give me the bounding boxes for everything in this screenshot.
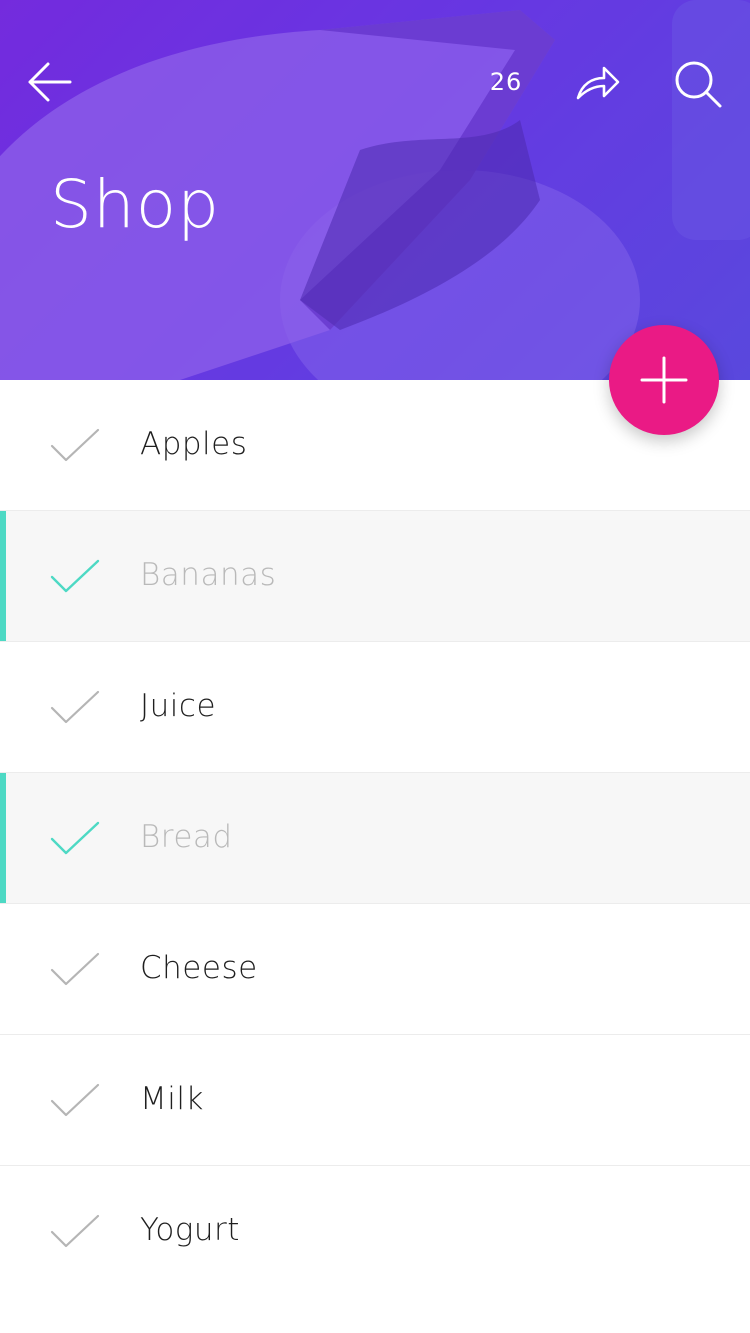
list-item-label: Apples (140, 426, 248, 462)
list-item-label: Juice (140, 688, 217, 724)
check-icon[interactable] (50, 428, 100, 464)
check-icon[interactable] (50, 690, 100, 726)
list-item[interactable]: Yogurt (0, 1166, 750, 1297)
shopping-list-screen: 26 Shop Apples Bananas Juice Bread Chees… (0, 0, 750, 1333)
list-item-label: Yogurt (140, 1212, 240, 1248)
list-item[interactable]: Bananas (0, 511, 750, 642)
search-button[interactable] (672, 58, 724, 110)
add-item-button[interactable] (609, 325, 719, 435)
check-icon[interactable] (50, 1083, 100, 1119)
check-icon[interactable] (50, 952, 100, 988)
plus-icon (640, 356, 688, 404)
back-button[interactable] (26, 58, 74, 106)
list-item-label: Bananas (140, 557, 277, 593)
list-item-label: Bread (140, 819, 233, 855)
list-item-label: Milk (140, 1081, 204, 1117)
search-icon (675, 61, 722, 108)
item-count: 26 (489, 68, 523, 96)
header: 26 Shop (0, 0, 750, 380)
page-title: Shop (50, 166, 220, 243)
list-item[interactable]: Bread (0, 773, 750, 904)
list-item-label: Cheese (140, 950, 258, 986)
share-button[interactable] (574, 60, 622, 104)
list-item[interactable]: Cheese (0, 904, 750, 1035)
check-icon[interactable] (50, 821, 100, 857)
list-item[interactable]: Juice (0, 642, 750, 773)
check-icon[interactable] (50, 1214, 100, 1250)
list-item[interactable]: Milk (0, 1035, 750, 1166)
arrow-left-icon (28, 62, 72, 102)
check-icon[interactable] (50, 559, 100, 595)
share-icon (576, 66, 620, 100)
shopping-list: Apples Bananas Juice Bread Cheese Milk Y… (0, 380, 750, 1297)
